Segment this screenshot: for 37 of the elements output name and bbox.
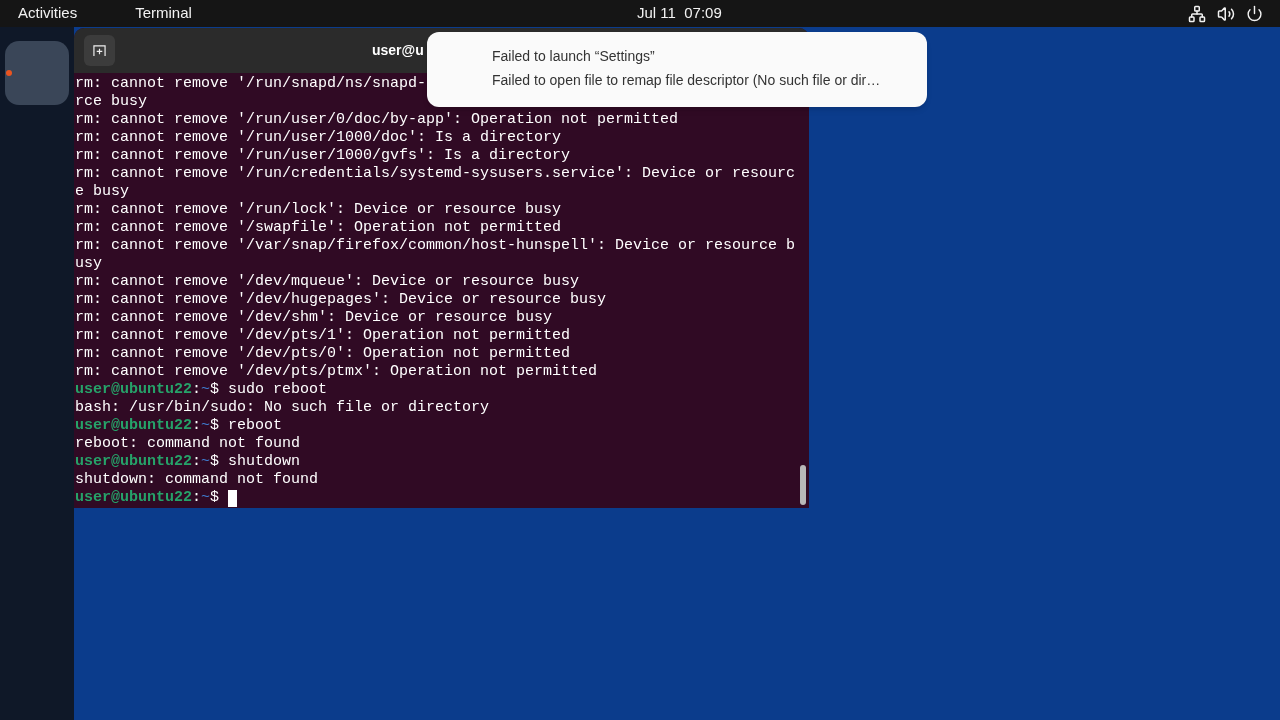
- window-title: user@u: [372, 41, 424, 60]
- terminal-line: bash: /usr/bin/sudo: No such file or directory: [75, 399, 490, 417]
- terminal-line: rm: cannot remove '/dev/pts/ptmx': Operation not permitted: [75, 363, 598, 381]
- terminal-line: rm: cannot remove '/run/user/0/doc/by-app': Operation not permitted: [75, 111, 679, 129]
- terminal-line: usy: [75, 255, 102, 273]
- app-menu[interactable]: Terminal: [135, 2, 192, 25]
- prompt-line: user@ubuntu22:~$ shutdown: [75, 453, 301, 471]
- activities-button[interactable]: Activities: [18, 2, 78, 25]
- terminal-line: shutdown: command not found: [75, 471, 319, 489]
- terminal-line: rm: cannot remove '/swapfile': Operation not permitted: [75, 219, 562, 237]
- scrollbar-thumb[interactable]: [800, 465, 806, 505]
- terminal-line: rce busy: [75, 93, 147, 111]
- terminal-line: rm: cannot remove '/run/user/1000/doc': Is a directory: [75, 129, 562, 147]
- terminal-line: rm: cannot remove '/dev/shm': Device or resource busy: [75, 309, 553, 327]
- notification-title: Failed to launch “Settings”: [492, 47, 655, 65]
- terminal-line: rm: cannot remove '/var/snap/firefox/common/host-hunspell': Device or resource b: [75, 237, 796, 255]
- terminal-line: rm: cannot remove '/dev/hugepages': Device or resource busy: [75, 291, 607, 309]
- power-icon[interactable]: [1246, 5, 1263, 22]
- new-tab-button[interactable]: [84, 35, 115, 66]
- network-icon[interactable]: [1188, 4, 1206, 23]
- clock[interactable]: Jul 11 07:09: [637, 2, 722, 25]
- terminal-line: rm: cannot remove '/run/user/1000/gvfs': Is a directory: [75, 147, 571, 165]
- app-tile[interactable]: [5, 41, 69, 105]
- terminal-line: rm: cannot remove '/run/lock': Device or resource busy: [75, 201, 562, 219]
- terminal-line: rm: cannot remove '/dev/mqueue': Device or resource busy: [75, 273, 580, 291]
- prompt-line: user@ubuntu22:~$ sudo reboot: [75, 381, 328, 399]
- prompt-line: user@ubuntu22:~$: [75, 489, 220, 507]
- notification-body: Failed to open file to remap file descriptor (No such file or dir…: [492, 71, 881, 89]
- terminal-line: rm: cannot remove '/run/snapd/ns/snapd-: [75, 75, 427, 93]
- terminal-line: rm: cannot remove '/dev/pts/0': Operation not permitted: [75, 345, 571, 363]
- prompt-line: user@ubuntu22:~$ reboot: [75, 417, 283, 435]
- terminal-line: rm: cannot remove '/dev/pts/1': Operation not permitted: [75, 327, 571, 345]
- volume-icon[interactable]: [1217, 4, 1235, 23]
- terminal-line: rm: cannot remove '/run/credentials/systemd-sysusers.service': Device or resourc: [75, 165, 796, 183]
- terminal-line: e busy: [75, 183, 129, 201]
- notification-popup[interactable]: Failed to launch “Settings” Failed to open file to remap file descriptor (No such file or dir…: [427, 32, 927, 107]
- terminal-line: reboot: command not found: [75, 435, 301, 453]
